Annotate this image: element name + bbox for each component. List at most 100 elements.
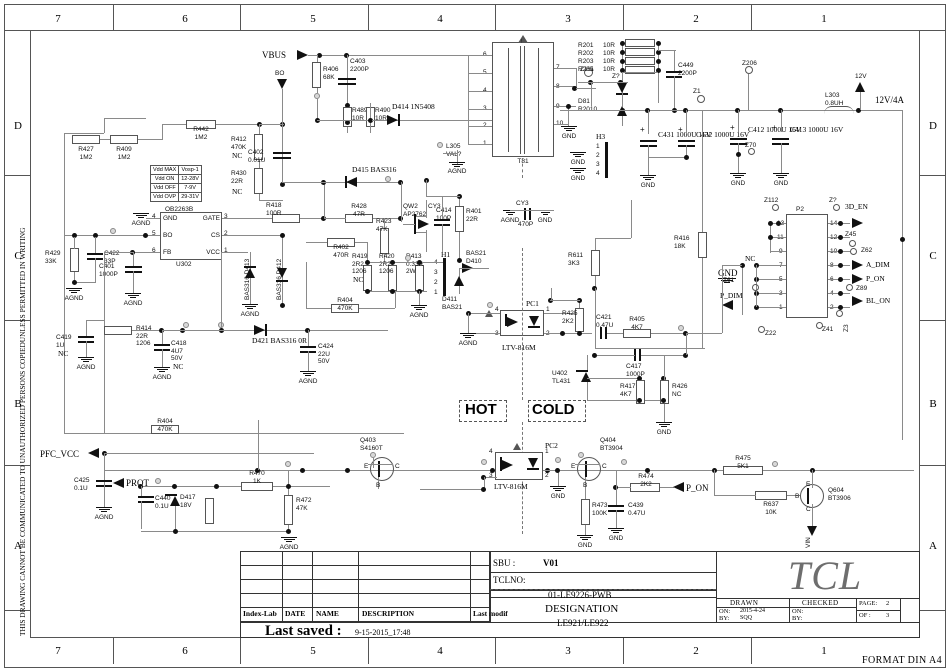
net-label-3den: 3D_EN: [845, 202, 868, 211]
zone-y-D-right: D: [929, 120, 937, 132]
comp-L305: L305 VAL?: [446, 143, 462, 158]
comp-D414: D414 1N5408: [392, 102, 435, 111]
zone-y-A-right: A: [929, 540, 937, 552]
testpoint-Z1: Z1: [693, 88, 701, 95]
label-cold: COLD: [532, 401, 575, 418]
comp-R412: R412 470K: [231, 136, 247, 151]
comp-R201: R201: [578, 42, 594, 49]
comp-Q404: Q404 BT3904: [600, 437, 623, 452]
comp-R203: R203: [578, 58, 594, 65]
comp-C413: C413 1000U 16V: [790, 125, 844, 134]
vdd-table-row: Vdd MAX Vosp-1: [149, 165, 202, 175]
tclno-label: TCLNO:: [493, 575, 526, 585]
optocoupler-PC1-part: LTV-816M: [502, 343, 536, 352]
comp-C449: C449 2200P: [678, 62, 697, 77]
comp-R202: R202: [578, 50, 594, 57]
last-saved-value: 9-15-2015_17:48: [355, 628, 411, 637]
zone-x-2-top: 2: [693, 13, 699, 25]
zone-x-7-top: 7: [55, 13, 61, 25]
zone-x-4-bottom: 4: [437, 645, 443, 657]
net-label-adim: A_DIM: [866, 260, 890, 269]
testpoint-Z62: Z62: [861, 247, 873, 254]
comp-R426: R426 NC: [672, 383, 688, 398]
comp-R475: R475 5K1: [735, 455, 751, 470]
comp-C403: C403 2200P: [350, 58, 369, 73]
confidentiality-notice: THIS DRAWING CANNOT BE COMMUNICATED TO U…: [18, 227, 27, 636]
checked-by-label: BY:: [792, 615, 803, 622]
comp-R611: R611 3K3: [568, 252, 584, 267]
net-label-nc: NC: [745, 254, 756, 263]
tclno-value: 01-LE9226-PWB: [548, 590, 612, 600]
zone-x-3-top: 3: [565, 13, 571, 25]
drawn-label: DRAWN: [730, 599, 759, 607]
conn-H3-ref: H3: [596, 132, 606, 141]
comp-R405: R405 4K7: [629, 316, 645, 331]
col-date: DATE: [285, 609, 306, 618]
optocoupler-PC1-ref: PC1: [526, 299, 539, 308]
net-label-vin: VIN: [805, 537, 812, 548]
comp-R472: R472 47K: [296, 497, 312, 512]
comp-R473: R473 100K: [592, 502, 608, 517]
zone-x-4-top: 4: [437, 13, 443, 25]
comp-C401: C401 1000P: [99, 263, 118, 278]
drawn-by-value: SQQ: [740, 615, 753, 621]
testpoint-Z41: Z41: [822, 326, 834, 333]
sbu-value: V01: [543, 558, 559, 568]
comp-CY3-lbl: CY3: [516, 200, 529, 207]
page-label: PAGE:: [859, 600, 878, 607]
comp-R425: R425 2K2: [562, 310, 578, 325]
designation-value: LE921/LE922: [557, 618, 609, 628]
page-value: 2: [886, 600, 890, 607]
comp-R428: R428 47R: [351, 203, 367, 218]
col-description: DESCRIPTION: [362, 609, 415, 618]
comp-C402: C402: [248, 149, 264, 156]
zone-x-5-top: 5: [310, 13, 316, 25]
comp-C425: C425 0.1U: [74, 477, 90, 492]
comp-R418: R418 100R: [266, 202, 282, 217]
comp-C439: C439 0.47U: [628, 502, 646, 517]
comp-C424: C424 22U 50V: [318, 343, 334, 365]
comp-C418: C418 4U7 50V: [171, 340, 187, 362]
zone-x-7-bottom: 7: [55, 645, 61, 657]
comp-C419: C419 1U: [56, 334, 72, 349]
net-label-blon: BL_ON: [866, 296, 891, 305]
comp-R406: R406 68K: [323, 66, 339, 81]
comp-CY3: CY3: [428, 203, 441, 210]
zone-x-6-top: 6: [182, 13, 188, 25]
comp-C421: C421 0.47U: [596, 314, 614, 329]
net-label-12v4a: 12V/4A: [875, 95, 904, 105]
comp-R417: R417 4K7: [620, 383, 636, 398]
connector-P2-ref: P2: [796, 206, 804, 213]
comp-R474: R474 2K2: [638, 473, 654, 488]
ic-u402-part: TL431: [552, 378, 571, 385]
comp-R414: R414 22R 1206: [136, 325, 152, 347]
net-label-pon: P_ON: [686, 483, 709, 493]
comp-C417: C417 1000P: [626, 363, 645, 378]
testpoint-Z111: Z111: [580, 66, 594, 73]
tcl-logo: TCL: [788, 553, 863, 598]
comp-R416: R416 18K: [674, 235, 690, 250]
testpoint-Z7b: Z?: [829, 197, 837, 204]
vdd-table-row: Vdd ON 12-28V: [149, 174, 202, 184]
zone-x-5-bottom: 5: [310, 645, 316, 657]
net-label-vbus: VBUS: [262, 50, 287, 60]
transformer-T81-ref: T81: [517, 158, 529, 165]
zone-x-6-bottom: 6: [182, 645, 188, 657]
last-saved-label: Last saved :: [265, 623, 342, 639]
comp-D412: BAS316 D412: [276, 258, 283, 300]
zone-x-2-bottom: 2: [693, 645, 699, 657]
comp-C440: C440 0.1U: [155, 495, 171, 510]
vdd-table-row: Vdd OVP 29-31V: [149, 192, 202, 202]
of-label: OF :: [859, 612, 871, 619]
connector-P2: [786, 214, 828, 318]
net-label-pon2: P_ON: [866, 274, 885, 283]
comp-D421: D421 BAS316 0R: [252, 336, 308, 345]
checked-on-label: ON:: [792, 608, 804, 615]
comp-R430: R430 22R: [231, 170, 247, 185]
sbu-label: SBU :: [493, 558, 516, 568]
testpoint-Z206: Z206: [742, 60, 757, 67]
zone-y-C-right: C: [929, 250, 937, 262]
ic-u402-ref: U402: [552, 370, 568, 377]
transformer-T81: [492, 42, 554, 157]
format-label: FORMAT DIN A4: [862, 655, 943, 666]
